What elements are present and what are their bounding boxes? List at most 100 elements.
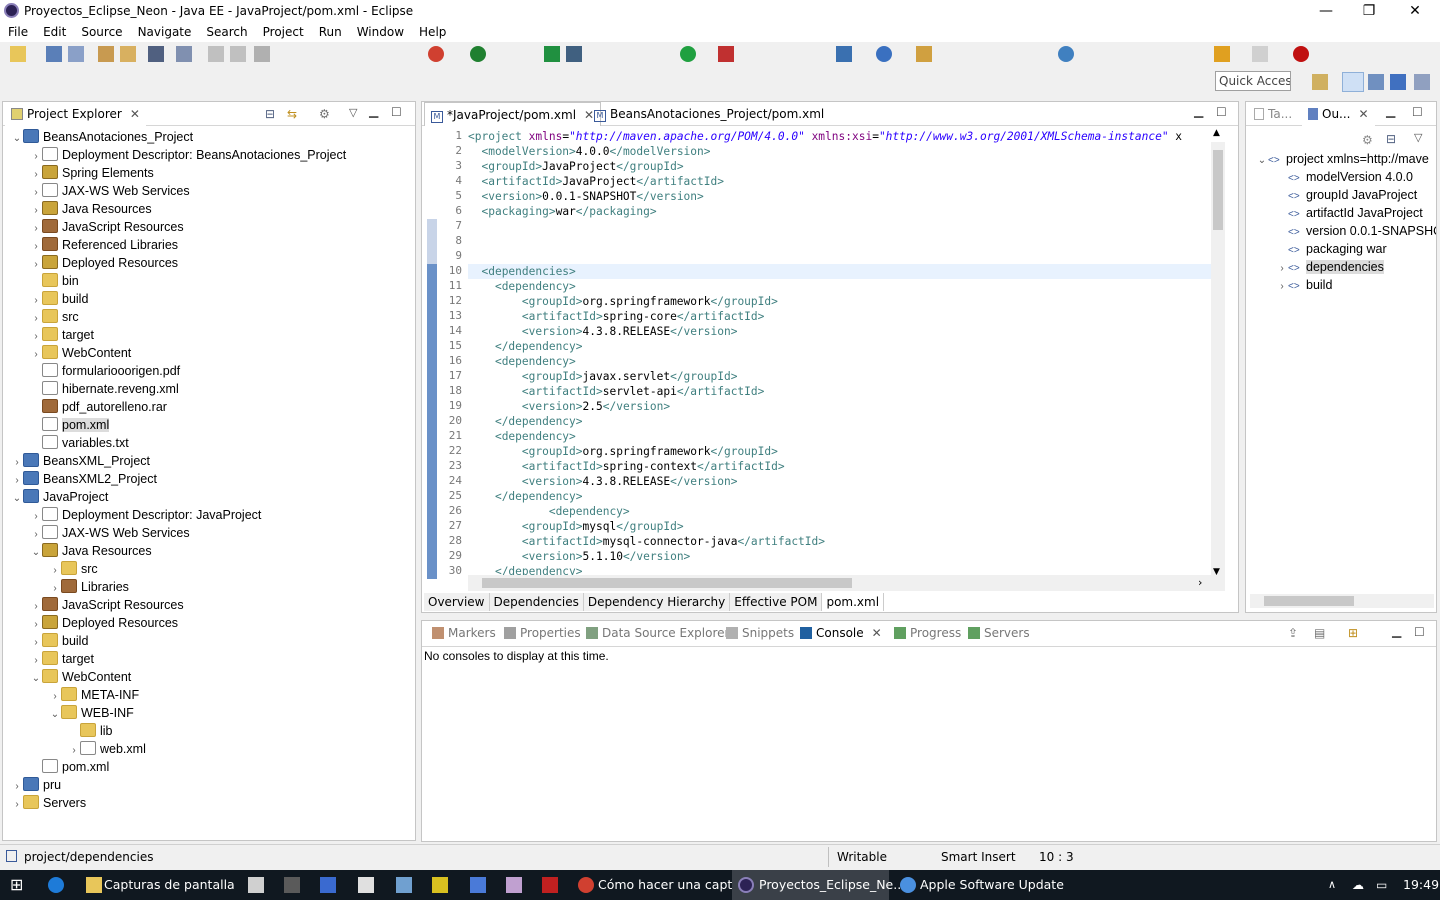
maximize-view-icon[interactable]: ☐ [1412,105,1423,119]
tab-effective-pom[interactable]: Effective POM [730,593,823,611]
minimize-view-icon[interactable]: ▁ [369,104,378,118]
outline-item[interactable]: › <> dependencies [1276,258,1384,276]
outline-horizontal-scrollbar[interactable] [1250,594,1434,608]
eclipse-icon[interactable] [738,877,754,893]
display-console-icon[interactable]: ▤ [1314,626,1325,640]
scroll-thumb[interactable] [1264,596,1354,606]
terminate-icon[interactable] [254,46,270,62]
network-status-icon[interactable]: ▭ [1376,870,1387,900]
tool-icon[interactable] [506,877,522,893]
debug-perspective-icon[interactable] [1368,74,1384,90]
tree-item[interactable]: pom.xml [30,758,109,776]
tree-item[interactable]: ⌄ BeansAnotaciones_Project [11,128,193,146]
editor-horizontal-scrollbar[interactable]: › [468,575,1225,591]
tree-item[interactable]: hibernate.reveng.xml [30,380,179,398]
pin-console-icon[interactable]: ⇪ [1288,626,1298,640]
tree-item[interactable]: pom.xml [30,416,110,434]
menu-window[interactable]: Window [349,22,411,39]
tab-markers[interactable]: Markers [426,621,502,645]
quick-access-input[interactable]: Quick Access [1215,71,1291,91]
apple-update-icon[interactable] [900,877,916,893]
debug-icon[interactable] [566,46,582,62]
tab-javaproject-pom[interactable]: M *JavaProject/pom.xml ✕ [424,102,602,126]
suspend-icon[interactable] [230,46,246,62]
link-editor-icon[interactable]: ⇆ [287,107,297,121]
tree-item[interactable]: › BeansXML2_Project [11,470,157,488]
menu-source[interactable]: Source [73,22,129,39]
java-perspective-icon[interactable] [1390,74,1406,90]
chevron-right-icon[interactable]: › [1276,278,1288,296]
menu-run[interactable]: Run [311,22,349,39]
run-icon[interactable] [544,46,560,62]
tree-item[interactable]: › Deployed Resources [30,254,178,272]
tree-item[interactable]: › Deployment Descriptor: BeansAnotaciones… [30,146,346,164]
minimize-view-icon[interactable]: ▁ [1392,624,1401,638]
open-console-icon[interactable]: ⊞ [1348,626,1358,640]
tree-item[interactable]: › Deployed Resources [30,614,178,632]
skip-breakpoints-icon[interactable] [176,46,192,62]
tree-item[interactable]: ⌄ Java Resources [30,542,152,560]
collapse-all-icon[interactable]: ⊟ [1386,132,1396,146]
build-icon[interactable] [98,46,114,62]
app-icon[interactable] [320,877,336,893]
fireworks-icon[interactable] [284,877,300,893]
outline-item[interactable]: <> groupId JavaProject [1276,186,1417,204]
outline-item[interactable]: › <> build [1276,276,1332,294]
tree-item[interactable]: › target [30,326,94,344]
new-package-icon[interactable] [876,46,892,62]
view-menu-icon[interactable]: ▽ [349,106,357,119]
folder-icon[interactable] [86,877,102,893]
back-icon[interactable] [1214,46,1230,62]
maximize-view-icon[interactable]: ☐ [1414,625,1425,639]
resume-icon[interactable] [208,46,224,62]
tab-data-source-explorer[interactable]: Data Source Explorer [580,621,735,645]
tab-dependencies[interactable]: Dependencies [489,593,584,611]
chrome-icon[interactable] [578,877,594,893]
tree-item[interactable]: › JAX-WS Web Services [30,524,190,542]
tree-item[interactable]: › build [30,290,88,308]
new-java-class-icon[interactable] [836,46,852,62]
cloud-icon[interactable]: ☁ [1352,870,1364,900]
tree-item[interactable]: › Referenced Libraries [30,236,178,254]
save-icon[interactable] [46,46,62,62]
tree-item[interactable]: bin [30,272,79,290]
tree-item[interactable]: › WebContent [30,344,131,362]
browser-icon[interactable] [428,46,444,62]
sort-icon[interactable]: ⚙ [1362,133,1373,147]
xml-source-editor[interactable]: <project xmlns = "http://maven.apache.org/… [468,129,1211,575]
home-icon[interactable] [358,877,374,893]
windows-start-icon[interactable]: ⊞ [10,870,23,900]
scroll-thumb[interactable] [1213,150,1223,230]
outline-item[interactable]: <> modelVersion 4.0.0 [1276,168,1413,186]
edge-icon[interactable] [48,877,64,893]
console-icon[interactable] [148,46,164,62]
globe-icon[interactable] [1058,46,1074,62]
tab-project-explorer[interactable]: Project Explorer ✕ [5,102,146,126]
tree-item[interactable]: › Libraries [49,578,129,596]
chevron-down-icon[interactable]: ⌄ [11,130,23,148]
tab-servers[interactable]: Servers [962,621,1036,645]
tree-item[interactable]: › Spring Elements [30,164,154,182]
tab-properties[interactable]: Properties [498,621,587,645]
flash-icon[interactable] [542,877,558,893]
tree-item[interactable]: › BeansXML_Project [11,452,150,470]
chevron-right-icon[interactable]: › [11,796,23,814]
minimize-button[interactable]: — [1303,0,1349,22]
java-ee-perspective-icon[interactable] [1342,72,1364,92]
tab-pom-xml[interactable]: pom.xml [822,593,885,611]
tab-dependency-hierarchy[interactable]: Dependency Hierarchy [583,593,731,611]
outline-item[interactable]: ⌄ <> project xmlns=http://mave [1256,150,1429,168]
minimize-editor-icon[interactable]: ▁ [1194,104,1203,118]
store-icon[interactable] [248,877,264,893]
network-icon[interactable] [396,877,412,893]
menu-edit[interactable]: Edit [35,22,73,39]
tab-task-list[interactable]: Ta... [1248,102,1298,126]
close-button[interactable]: ✕ [1392,0,1438,22]
forward-icon[interactable] [1252,46,1268,62]
tree-item[interactable]: variables.txt [30,434,129,452]
scroll-right-icon[interactable]: › [1198,576,1202,589]
tree-item[interactable]: › JavaScript Resources [30,596,184,614]
chevron-down-icon[interactable]: ⌄ [11,490,23,508]
tree-item[interactable]: › build [30,632,88,650]
editor-vertical-scrollbar[interactable]: ▲ ▼ [1211,128,1225,577]
